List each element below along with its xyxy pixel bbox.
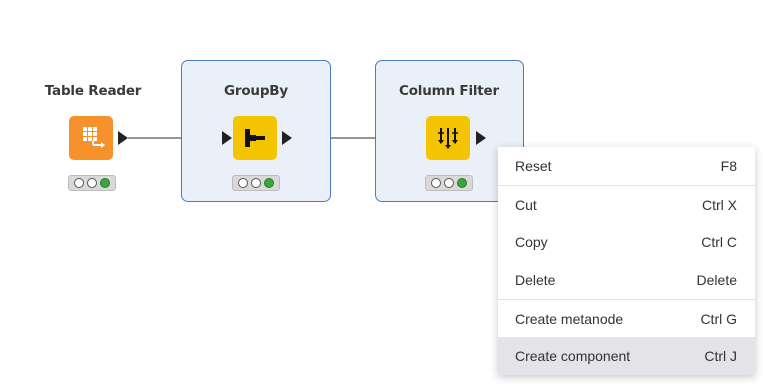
- node-column-filter[interactable]: [426, 116, 470, 160]
- output-port[interactable]: [476, 131, 486, 145]
- status-light-yellow: [87, 178, 97, 188]
- menu-item-label: Cut: [515, 196, 537, 213]
- status-light-yellow: [251, 178, 261, 188]
- menu-item-label: Create component: [515, 348, 631, 364]
- menu-item-reset[interactable]: Reset F8: [498, 147, 755, 185]
- status-light-green: [264, 178, 274, 188]
- menu-item-shortcut: Delete: [696, 272, 737, 288]
- menu-item-create-component[interactable]: Create component Ctrl J: [498, 337, 755, 375]
- menu-item-shortcut: Ctrl C: [701, 234, 737, 250]
- menu-item-delete[interactable]: Delete Delete: [498, 261, 755, 299]
- node-label-groupby[interactable]: GroupBy: [224, 83, 288, 99]
- menu-item-copy[interactable]: Copy Ctrl C: [498, 223, 755, 261]
- output-port[interactable]: [118, 131, 128, 145]
- status-light-green: [457, 178, 467, 188]
- menu-item-cut[interactable]: Cut Ctrl X: [498, 185, 755, 223]
- menu-item-shortcut: F8: [720, 158, 737, 174]
- status-light-red: [431, 178, 441, 188]
- status-light-red: [238, 178, 248, 188]
- menu-item-shortcut: Ctrl X: [702, 196, 737, 213]
- status-light-green: [100, 178, 110, 188]
- groupby-icon: [245, 129, 265, 147]
- status-light-yellow: [444, 178, 454, 188]
- input-port[interactable]: [222, 131, 232, 145]
- node-table-reader[interactable]: [69, 116, 113, 160]
- node-label-column-filter[interactable]: Column Filter: [399, 83, 499, 99]
- node-status-column-filter: [425, 175, 473, 191]
- menu-item-create-metanode[interactable]: Create metanode Ctrl G: [498, 299, 755, 337]
- context-menu: Reset F8 Cut Ctrl X Copy Ctrl C Delete D…: [498, 147, 755, 375]
- node-status-groupby: [232, 175, 280, 191]
- table-reader-icon: [83, 127, 105, 148]
- column-filter-icon: [438, 128, 458, 149]
- status-light-red: [74, 178, 84, 188]
- node-label-table-reader[interactable]: Table Reader: [45, 83, 142, 99]
- menu-item-label: Delete: [515, 272, 556, 288]
- menu-item-shortcut: Ctrl G: [700, 310, 737, 327]
- output-port[interactable]: [282, 131, 292, 145]
- node-groupby[interactable]: [233, 116, 277, 160]
- menu-item-label: Create metanode: [515, 310, 624, 327]
- menu-item-label: Reset: [515, 158, 552, 174]
- node-status-table-reader: [68, 175, 116, 191]
- menu-item-label: Copy: [515, 234, 548, 250]
- menu-item-shortcut: Ctrl J: [704, 348, 737, 364]
- workflow-canvas[interactable]: Table Reader GroupBy Column Filter Reset…: [0, 0, 763, 387]
